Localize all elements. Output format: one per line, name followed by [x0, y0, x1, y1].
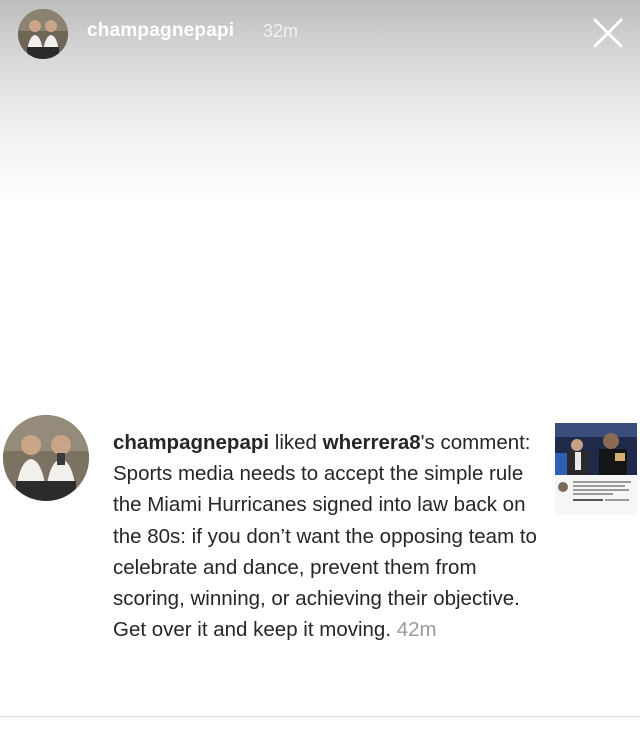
- close-button[interactable]: [590, 15, 626, 51]
- target-username[interactable]: wherrera8: [323, 431, 421, 454]
- story-avatar[interactable]: [18, 9, 68, 59]
- activity-avatar[interactable]: [3, 415, 89, 501]
- story-header: champagnepapi 32m: [0, 0, 640, 70]
- post-thumbnail-image: [555, 423, 637, 515]
- story-timestamp: 32m: [263, 21, 299, 41]
- activity-text: champagnepapi liked wherrera8's comment:…: [113, 427, 543, 645]
- story-username[interactable]: champagnepapi: [87, 20, 234, 42]
- activity-verb: liked: [269, 431, 323, 454]
- activity-timestamp: 42m: [396, 618, 437, 642]
- avatar-photo: [18, 9, 68, 59]
- comment-prefix: comment:: [434, 431, 531, 454]
- activity-row[interactable]: champagnepapi liked wherrera8's comment:…: [0, 405, 640, 715]
- post-thumbnail[interactable]: [555, 423, 637, 515]
- avatar-photo: [3, 415, 89, 501]
- comment-text: Sports media needs to accept the simple …: [113, 462, 537, 642]
- close-icon: [593, 18, 623, 48]
- actor-username[interactable]: champagnepapi: [113, 431, 269, 454]
- target-suffix: 's: [420, 431, 435, 454]
- divider: [0, 716, 640, 717]
